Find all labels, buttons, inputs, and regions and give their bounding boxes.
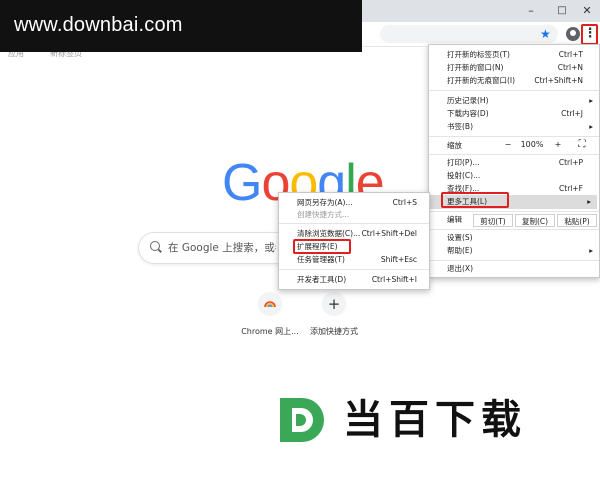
maximize-button[interactable]: □ [549, 0, 575, 22]
menu-item-label: 帮助(E) [447, 246, 473, 255]
edit-label: 编辑 [447, 215, 462, 224]
menu-item-label: 打开新的窗口(N) [447, 63, 504, 72]
menu-item-shortcut: Ctrl+N [557, 63, 583, 72]
menu-item-shortcut: Ctrl+J [561, 109, 583, 118]
shortcut-label: Chrome 网上... [241, 327, 299, 336]
menu-item-label: 任务管理器(T) [297, 255, 345, 264]
logo-letter: G [222, 154, 262, 212]
submenu-arrow-icon: ▸ [589, 96, 593, 105]
menu-item-label: 投射(C)... [447, 171, 481, 180]
menu-item-shortcut: Ctrl+Shift+I [371, 275, 417, 284]
plus-icon: + [327, 295, 341, 313]
cut-button[interactable]: 剪切(T) [473, 214, 513, 227]
submenu-item-clear-data[interactable]: 清除浏览数据(C)... Ctrl+Shift+Del [279, 228, 429, 239]
menu-separator [429, 136, 599, 137]
shortcut-label: 添加快捷方式 [310, 327, 358, 336]
rainbow-icon [264, 301, 276, 308]
copy-button[interactable]: 复制(C) [515, 214, 555, 227]
menu-item-shortcut: Ctrl+P [558, 158, 583, 167]
menu-item-history[interactable]: 历史记录(H) ▸ [429, 95, 599, 106]
menu-item-cast[interactable]: 投射(C)... [429, 170, 599, 181]
search-icon [150, 241, 160, 251]
brand-d-logo-icon [280, 398, 324, 442]
menu-separator [429, 229, 599, 230]
menu-item-label: 历史记录(H) [447, 96, 489, 105]
menu-item-label: 退出(X) [447, 264, 473, 273]
menu-item-exit[interactable]: 退出(X) [429, 263, 599, 274]
menu-item-label: 打开新的标签页(T) [447, 50, 510, 59]
menu-separator [279, 269, 429, 270]
menu-item-shortcut: Shift+Esc [380, 255, 417, 264]
zoom-value: 100% [520, 140, 544, 149]
more-tools-highlight [441, 192, 509, 208]
menu-item-shortcut: Ctrl+F [559, 184, 583, 193]
menu-item-label: 打印(P)... [447, 158, 480, 167]
menu-item-label: 设置(S) [447, 233, 473, 242]
extensions-highlight [293, 239, 351, 254]
submenu-item-task-manager[interactable]: 任务管理器(T) Shift+Esc [279, 254, 429, 265]
chrome-webstore-tile[interactable] [258, 292, 282, 316]
submenu-arrow-icon: ▸ [589, 246, 593, 255]
menu-item-new-window[interactable]: 打开新的窗口(N) Ctrl+N [429, 62, 599, 73]
menu-item-bookmarks[interactable]: 书签(B) ▸ [429, 121, 599, 132]
submenu-arrow-icon: ▸ [589, 122, 593, 131]
zoom-in-button[interactable]: + [551, 139, 565, 151]
menu-item-shortcut: Ctrl+T [558, 50, 583, 59]
menu-item-label: 打开新的无痕窗口(I) [447, 76, 516, 85]
menu-separator [429, 260, 599, 261]
watermark-text: www.downbai.com [14, 14, 183, 36]
bookmark-star-icon[interactable]: ★ [540, 26, 551, 42]
address-bar[interactable] [380, 25, 558, 43]
chrome-main-menu: 打开新的标签页(T) Ctrl+T 打开新的窗口(N) Ctrl+N 打开新的无痕窗… [428, 44, 600, 278]
menu-item-help[interactable]: 帮助(E) ▸ [429, 245, 599, 256]
fullscreen-icon[interactable]: ⛶ [575, 139, 589, 151]
zoom-label: 缩放 [447, 141, 462, 150]
brand-logo-text: 当百下载 [343, 397, 527, 443]
menu-separator [429, 154, 599, 155]
menu-item-shortcut: Ctrl+Shift+N [534, 76, 583, 85]
profile-avatar-icon[interactable] [566, 27, 580, 41]
paste-button[interactable]: 粘贴(P) [557, 214, 597, 227]
menu-item-label: 书签(B) [447, 122, 473, 131]
submenu-item-save-page[interactable]: 网页另存为(A)... Ctrl+S [279, 197, 429, 208]
submenu-item-create-shortcut[interactable]: 创建快捷方式... [279, 209, 429, 220]
add-shortcut-tile[interactable]: + [322, 292, 346, 316]
search-placeholder: 在 Google 上搜索，或者输 [168, 242, 276, 254]
menu-item-label: 开发者工具(D) [297, 275, 347, 284]
menu-item-label: 创建快捷方式... [297, 210, 350, 219]
menu-item-new-tab[interactable]: 打开新的标签页(T) Ctrl+T [429, 49, 599, 60]
submenu-item-devtools[interactable]: 开发者工具(D) Ctrl+Shift+I [279, 274, 429, 285]
zoom-out-button[interactable]: − [501, 139, 515, 151]
menu-item-downloads[interactable]: 下载内容(D) Ctrl+J [429, 108, 599, 119]
menu-item-incognito[interactable]: 打开新的无痕窗口(I) Ctrl+Shift+N [429, 75, 599, 86]
menu-item-label: 下载内容(D) [447, 109, 489, 118]
menu-item-shortcut: Ctrl+Shift+Del [361, 229, 417, 238]
menu-edit-row: 编辑 剪切(T) 复制(C) 粘贴(P) [429, 214, 599, 227]
menu-item-settings[interactable]: 设置(S) [429, 232, 599, 243]
close-button[interactable]: ✕ [574, 0, 600, 22]
menu-item-label: 清除浏览数据(C)... [297, 229, 361, 238]
menu-item-print[interactable]: 打印(P)... Ctrl+P [429, 157, 599, 168]
menu-button-highlight [581, 24, 598, 45]
minimize-button[interactable]: – [518, 0, 544, 22]
menu-separator [429, 90, 599, 91]
menu-separator [429, 211, 599, 212]
menu-item-shortcut: Ctrl+S [392, 198, 417, 207]
submenu-arrow-icon: ▸ [587, 197, 591, 206]
menu-item-label: 网页另存为(A)... [297, 198, 353, 207]
menu-separator [279, 223, 429, 224]
